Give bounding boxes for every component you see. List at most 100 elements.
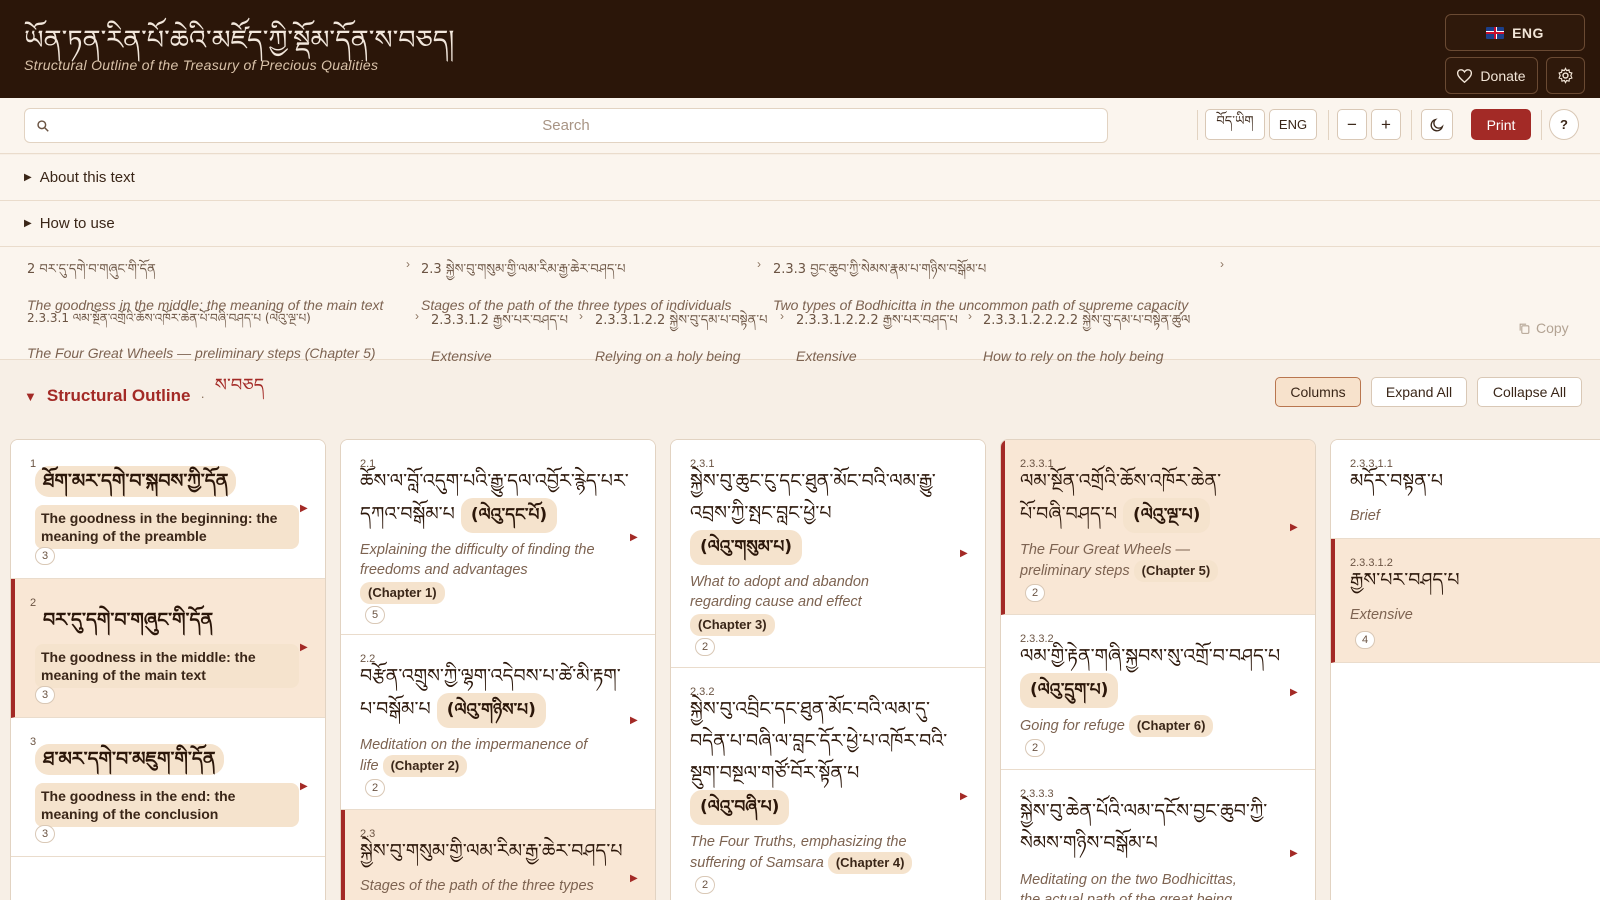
collapse-all-button[interactable]: Collapse All: [1477, 377, 1582, 407]
app-header: ཡོན་ཏན་རིན་པོ་ཆེའི་མཛོད་ཀྱི་སྡོམ་དོན་ས་བ…: [0, 0, 1600, 98]
toolbar-divider: [1328, 110, 1329, 140]
outline-card-selected[interactable]: 2.3 སྐྱེས་བུ་གསུམ་གྱི་ལམ་རིམ་རྒྱ་ཆེར་བཤད…: [341, 810, 655, 900]
outline-card-selected[interactable]: 2.3.3.1 ལམ་སྔོན་འགྲོའི་ཆོས་འཁོར་ཆེན་ པོ་…: [1001, 440, 1315, 615]
breadcrumb: 2 བར་དུ་དགེ་བ་གཞུང་གི་དོན The goodness i…: [0, 247, 1600, 364]
expand-all-button[interactable]: Expand All: [1371, 377, 1467, 407]
language-label: ENG: [1512, 24, 1544, 41]
breadcrumb-tibetan: 2 བར་དུ་དགེ་བ་གཞུང་གི་དོན: [27, 262, 156, 277]
about-accordion[interactable]: ▶ About this text: [0, 155, 1600, 201]
expand-arrow-icon[interactable]: ▶: [960, 791, 968, 802]
child-count-badge: 2: [1025, 584, 1045, 602]
dark-mode-button[interactable]: [1421, 109, 1453, 140]
language-button[interactable]: ENG: [1445, 14, 1585, 51]
search-box: [24, 108, 1108, 143]
expand-arrow-icon[interactable]: ▶: [630, 873, 638, 884]
outline-card-selected[interactable]: 2 བར་དུ་དགེ་བ་གཞུང་གི་དོན The goodness i…: [11, 579, 325, 718]
card-english: What to adopt and abandon: [690, 574, 869, 590]
card-english: regarding cause and effect: [690, 594, 862, 610]
breadcrumb-item[interactable]: 2.3.3.1.2 རྒྱས་པར་བཤད་པ Extensive: [431, 305, 568, 364]
outline-card[interactable]: 2.1 ཆོས་ལ་བློ་འདུག་པའི་རྒྱུ་དལ་འབྱོར་རྙེ…: [341, 440, 655, 635]
child-count-badge: 3: [35, 686, 55, 704]
toolbar-divider: [1411, 110, 1412, 140]
uk-flag-icon: [1486, 26, 1505, 39]
moon-icon: [1430, 117, 1444, 131]
card-tibetan: པོ་བཞི་བཤད་པ: [1020, 503, 1117, 525]
outline-column: 1 ཐོག་མར་དགེ་བ་སྐབས་ཀྱི་དོན The goodness…: [10, 439, 326, 900]
chapter-badge: (Chapter 4): [827, 852, 913, 874]
outline-section-header[interactable]: ▼ Structural Outline · ས་བཅད: [24, 375, 264, 416]
card-tibetan: བདེན་པ་བཞི་ལ་བླང་དོར་ཕྱེ་པ་འཁོར་བའི་: [690, 730, 948, 752]
card-english: Brief: [1350, 508, 1380, 524]
expand-arrow-icon[interactable]: ▶: [1290, 848, 1298, 859]
card-tibetan: ཆོས་ལ་བློ་འདུག་པའི་རྒྱུ་དལ་འབྱོར་རྙེད་པར…: [360, 470, 629, 492]
app-title-tibetan: ཡོན་ཏན་རིན་པོ་ཆེའི་མཛོད་ཀྱི་སྡོམ་དོན་ས་བ…: [24, 25, 455, 56]
outline-card[interactable]: 1 ཐོག་མར་དགེ་བ་སྐབས་ཀྱི་དོན The goodness…: [11, 440, 325, 579]
caret-right-icon: ▶: [24, 218, 32, 229]
copy-label: Copy: [1536, 320, 1569, 336]
settings-button[interactable]: [1546, 57, 1585, 94]
card-tibetan: པ་བསྒོམ་པ: [360, 698, 431, 720]
caret-right-icon: ▶: [24, 172, 32, 183]
expand-arrow-icon[interactable]: ▶: [300, 642, 308, 653]
how-to-use-accordion[interactable]: ▶ How to use: [0, 201, 1600, 247]
outline-card[interactable]: 2.3.3.1.1 མདོར་བསྟན་པ Brief: [1331, 440, 1600, 539]
breadcrumb-tibetan: 2.3.3.1 ལམ་སྔོན་འགྲོའི་ཆོས་འཁོར་ཆེན་པོ་བ…: [27, 311, 311, 325]
card-tibetan: ལམ་སྔོན་འགྲོའི་ཆོས་འཁོར་ཆེན་: [1020, 470, 1222, 492]
breadcrumb-item[interactable]: 2.3.3.1.2.2.2.2 སྐྱེས་བུ་དམ་པ་བསྟེན་ཚུལ …: [983, 305, 1190, 364]
outline-card[interactable]: 3 ཐ་མར་དགེ་བ་མཇུག་གི་དོན The goodness in…: [11, 718, 325, 857]
zoom-in-button[interactable]: +: [1371, 109, 1401, 140]
outline-card[interactable]: 2.3.1 སྐྱེས་བུ་ཆུང་ངུ་དང་ཐུན་མོང་བའི་ལམ་…: [671, 440, 985, 668]
toolbar-divider: [1541, 110, 1542, 140]
zoom-out-button[interactable]: −: [1337, 109, 1367, 140]
card-english: Explaining the difficulty of finding the: [360, 542, 595, 558]
help-button[interactable]: ?: [1549, 109, 1579, 140]
copy-button[interactable]: Copy: [1518, 320, 1569, 336]
chapter-tibetan-pill: (ལེའུ་བཞི་པ): [690, 790, 790, 825]
tibetan-script-button[interactable]: བོད་ཡིག: [1205, 109, 1265, 140]
chevron-right-icon: ›: [579, 309, 583, 323]
chevron-right-icon: ›: [968, 309, 972, 323]
chevron-right-icon: ›: [1220, 257, 1224, 271]
outline-card[interactable]: 2.3.3.2 ལམ་གྱི་རྟེན་གཞི་སྐྱབས་སུ་འགྲོ་བ་…: [1001, 615, 1315, 770]
card-number: 2: [30, 597, 37, 609]
heart-icon: [1457, 68, 1473, 83]
expand-arrow-icon[interactable]: ▶: [300, 781, 308, 792]
copy-icon: [1519, 323, 1530, 334]
donate-button[interactable]: Donate: [1445, 57, 1538, 94]
outline-card[interactable]: 2.2 བརྩོན་འགྲུས་ཀྱི་ལྷག་འདེབས་པ་ཚེ་མི་རྟ…: [341, 635, 655, 810]
child-count-badge: 3: [35, 825, 55, 843]
expand-arrow-icon[interactable]: ▶: [960, 548, 968, 559]
columns-view-button[interactable]: Columns: [1275, 377, 1361, 407]
outline-card[interactable]: 2.3.2 སྐྱེས་བུ་འབྲིང་དང་ཐུན་མོང་བའི་ལམ་ད…: [671, 668, 985, 900]
expand-arrow-icon[interactable]: ▶: [1290, 522, 1298, 533]
outline-card[interactable]: 2.3.3.3 སྐྱེས་བུ་ཆེན་པོའི་ལམ་དངོས་བྱང་ཆུ…: [1001, 770, 1315, 900]
card-english: Meditating on the two Bodhicittas,: [1020, 872, 1237, 888]
expand-arrow-icon[interactable]: ▶: [630, 715, 638, 726]
card-english: freedoms and advantages: [360, 562, 528, 578]
search-input[interactable]: [25, 109, 1107, 142]
breadcrumb-english: How to rely on the holy being: [983, 348, 1164, 364]
breadcrumb-tibetan: 2.3 སྐྱེས་བུ་གསུམ་གྱི་ལམ་རིམ་རྒྱ་ཆེར་བཤད…: [421, 262, 626, 277]
outline-column: 2.3.3.1 ལམ་སྔོན་འགྲོའི་ཆོས་འཁོར་ཆེན་ པོ་…: [1000, 439, 1316, 900]
print-button[interactable]: Print: [1471, 109, 1531, 140]
breadcrumb-english: Extensive: [431, 348, 492, 364]
expand-arrow-icon[interactable]: ▶: [630, 532, 638, 543]
english-script-button[interactable]: ENG: [1269, 109, 1317, 140]
outline-card-selected[interactable]: 2.3.3.1.2 རྒྱས་པར་བཤད་པ Extensive 4: [1331, 539, 1600, 663]
breadcrumb-item[interactable]: 2.3.3.1 ལམ་སྔོན་འགྲོའི་ཆོས་འཁོར་ཆེན་པོ་བ…: [27, 305, 376, 361]
card-english: The goodness in the beginning: the meani…: [35, 505, 299, 549]
expand-arrow-icon[interactable]: ▶: [1290, 687, 1298, 698]
breadcrumb-tibetan: 2.3.3.1.2.2.2 རྒྱས་པར་བཤད་པ: [796, 313, 958, 328]
breadcrumb-item[interactable]: 2.3.3.1.2.2.2 རྒྱས་པར་བཤད་པ Extensive: [796, 305, 958, 364]
expand-arrow-icon[interactable]: ▶: [300, 503, 308, 514]
card-english: the actual path of the great being: [1020, 892, 1233, 900]
card-tibetan: བར་དུ་དགེ་བ་གཞུང་གི་དོན: [43, 609, 214, 631]
card-tibetan: མདོར་བསྟན་པ: [1350, 470, 1444, 492]
chapter-badge: (Chapter 1): [360, 582, 445, 604]
chevron-right-icon: ›: [406, 257, 410, 271]
chevron-right-icon: ›: [415, 309, 419, 323]
breadcrumb-item[interactable]: 2.3.3.1.2.2 སྐྱེས་བུ་དམ་པ་བསྟེན་པ Relyin…: [595, 305, 767, 364]
breadcrumb-tibetan: 2.3.3.1.2.2.2.2 སྐྱེས་བུ་དམ་པ་བསྟེན་ཚུལ: [983, 313, 1191, 328]
chapter-badge: (Chapter 6): [1128, 715, 1214, 737]
child-count-badge: 2: [695, 638, 715, 656]
